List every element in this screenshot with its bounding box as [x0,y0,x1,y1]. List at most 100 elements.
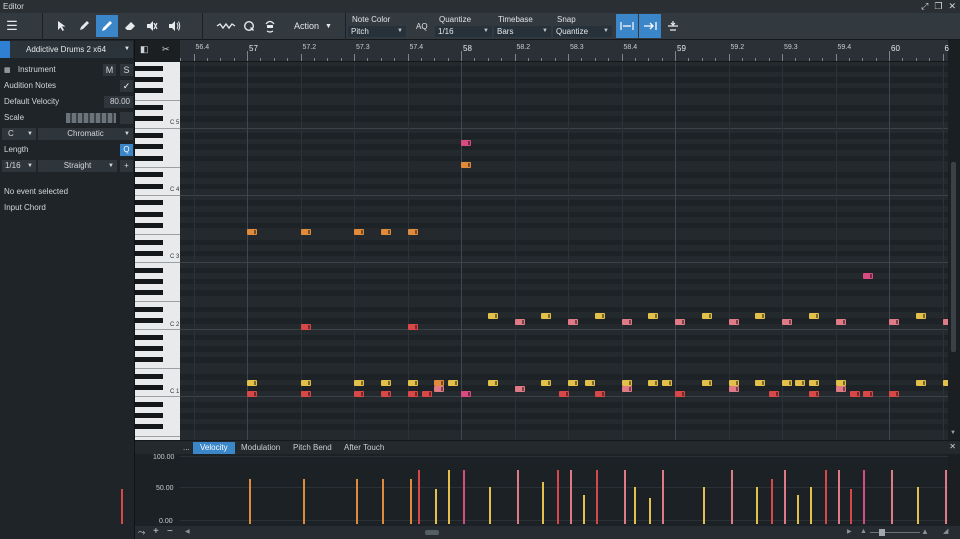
horizontal-scroll-thumb[interactable] [425,530,439,535]
mute-tool-icon[interactable] [142,15,162,37]
length-add-button[interactable]: + [120,160,133,172]
velocity-bar[interactable] [582,495,585,524]
midi-note[interactable] [380,229,391,235]
detach-icon[interactable]: ⤢ [921,0,928,13]
zoom-slider[interactable] [870,532,920,533]
midi-note[interactable] [755,380,766,386]
midi-note[interactable] [568,319,578,325]
midi-note[interactable] [648,313,659,319]
lane-tab-after-touch[interactable]: After Touch [337,442,391,454]
midi-note[interactable] [594,391,605,397]
piano-black-key[interactable] [135,250,163,256]
velocity-bar[interactable] [649,498,652,524]
midi-note[interactable] [621,386,632,392]
piano-black-key[interactable] [135,306,163,312]
expand-panel-icon[interactable]: ◧ [140,44,150,56]
maximize-icon[interactable]: ❐ [934,0,942,13]
lane-tab-velocity[interactable]: Velocity [193,442,235,454]
zoom-slider-handle[interactable] [879,529,885,536]
piano-black-key[interactable] [135,374,163,379]
midi-note[interactable] [782,380,792,386]
velocity-bar[interactable] [756,486,759,524]
scroll-left-icon[interactable]: ◀ [185,528,190,535]
midi-note[interactable] [835,319,846,325]
midi-note[interactable] [461,391,471,397]
midi-note[interactable] [648,380,659,386]
note-color-select[interactable]: Pitch ▼ [348,26,406,37]
velocity-bar[interactable] [863,469,866,524]
audition-checkbox[interactable]: ✓ [120,80,133,92]
piano-black-key[interactable] [135,88,163,94]
velocity-bar[interactable] [784,469,787,524]
velocity-bar[interactable] [916,486,919,524]
lane-tab-more[interactable]: ... [181,442,192,454]
velocity-bar[interactable] [771,479,774,524]
midi-note[interactable] [461,162,471,168]
menu-icon[interactable]: ☰ [2,15,22,37]
piano-black-key[interactable] [135,424,163,430]
timeline-ruler[interactable]: 56.4 57 57.2 57.3 57.4 58 58.2 58.3 58.4 59 59.2 59… [180,40,949,62]
velocity-bar[interactable] [488,486,491,524]
piano-black-key[interactable] [135,183,163,189]
velocity-bar[interactable] [557,469,560,524]
aq-button[interactable]: AQ [416,22,428,31]
midi-note[interactable] [407,324,418,330]
velocity-bar[interactable] [409,479,412,524]
midi-note[interactable] [354,229,364,235]
piano-black-key[interactable] [135,413,163,419]
midi-note[interactable] [422,391,433,397]
midi-note[interactable] [541,313,552,319]
velocity-bar[interactable] [356,479,359,524]
arrow-tool-icon[interactable] [52,15,72,37]
resize-grip-icon[interactable]: ◢ [943,527,948,535]
midi-note[interactable] [568,380,578,386]
length-mode-select[interactable]: Straight ▼ [38,160,117,172]
piano-black-key[interactable] [135,172,163,178]
scroll-down-icon[interactable]: ▼ [950,430,956,436]
close-lane-icon[interactable]: ✕ [949,442,956,451]
velocity-bar[interactable] [120,488,123,524]
piano-black-key[interactable] [135,290,163,295]
midi-note[interactable] [835,386,846,392]
midi-note[interactable] [300,229,311,235]
midi-note[interactable] [675,319,685,325]
velocity-bar[interactable] [463,469,466,524]
piano-black-key[interactable] [135,239,163,245]
midi-note[interactable] [541,380,552,386]
velocity-bar[interactable] [730,469,733,524]
midi-note[interactable] [407,229,418,235]
velocity-bar[interactable] [850,488,853,524]
midi-note[interactable] [300,324,311,330]
velocity-bar[interactable] [381,479,384,524]
midi-note[interactable] [850,391,861,397]
midi-note[interactable] [594,313,605,319]
midi-note[interactable] [247,391,257,397]
timebase-select[interactable]: Bars ▼ [494,26,551,37]
midi-note[interactable] [300,380,311,386]
lane-curve-icon[interactable]: ⤳ [138,527,145,538]
piano-black-key[interactable] [135,334,163,340]
piano-black-key[interactable] [135,402,163,407]
velocity-lane[interactable] [120,454,948,526]
midi-note[interactable] [585,380,596,386]
velocity-bar[interactable] [824,469,827,524]
snap-to-grid-icon[interactable] [616,14,638,38]
velocity-bar[interactable] [570,469,573,524]
length-quantize-button[interactable]: Q [120,144,133,156]
piano-black-key[interactable] [135,77,163,83]
action-menu-button[interactable]: Action ▼ [290,15,336,37]
close-icon[interactable]: ✕ [948,0,956,13]
midi-note[interactable] [247,380,257,386]
scroll-follow-icon[interactable] [663,15,683,37]
transform-icon[interactable] [214,15,238,37]
zoom-out-icon[interactable]: ▲ [860,528,867,535]
midi-note[interactable] [808,313,819,319]
zoom-in-icon[interactable]: ▲ [921,527,929,536]
midi-note[interactable] [782,319,792,325]
midi-note[interactable] [448,380,459,386]
piano-black-key[interactable] [135,267,163,273]
midi-note[interactable] [514,386,525,392]
velocity-bar[interactable] [435,488,438,524]
velocity-bar[interactable] [944,469,947,524]
note-grid[interactable] [180,62,948,440]
